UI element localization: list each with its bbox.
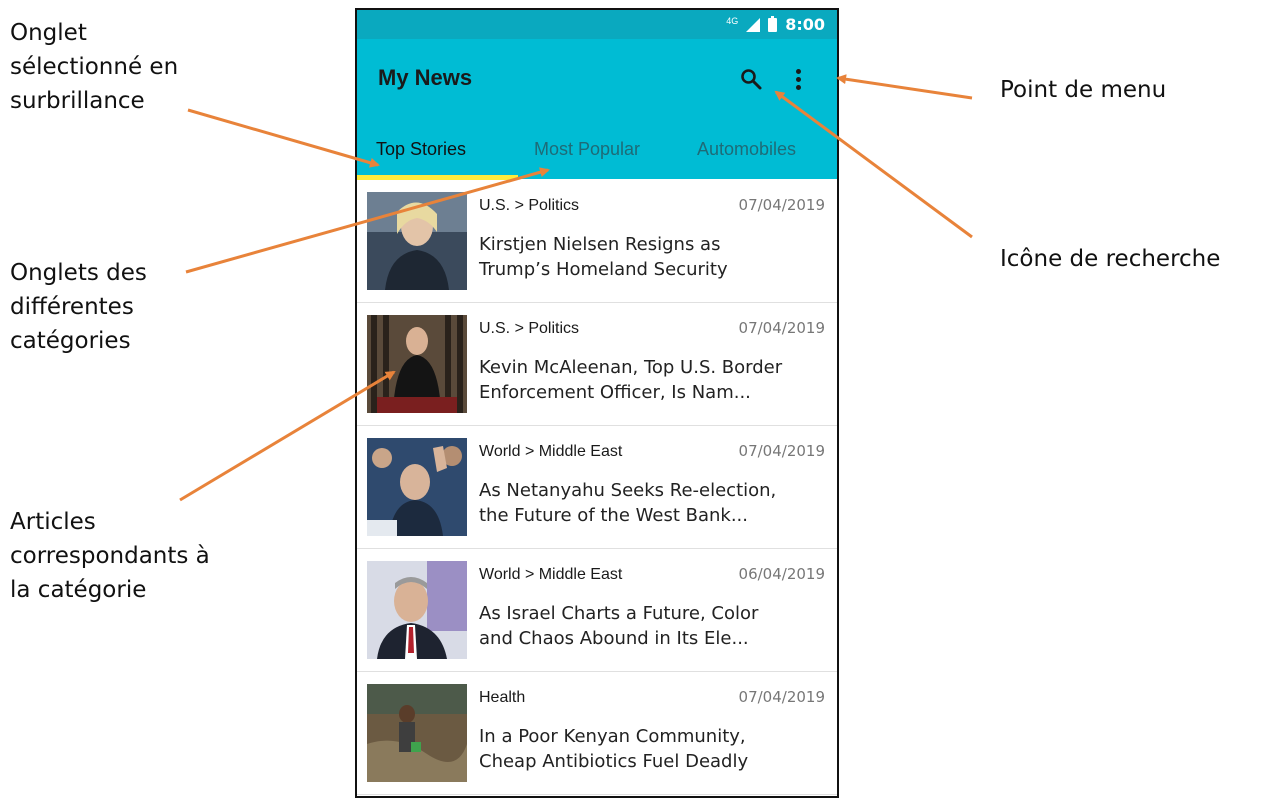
- article-category: World > Middle East: [479, 566, 623, 583]
- article-headline: In a Poor Kenyan Community, Cheap Antibi…: [479, 724, 831, 774]
- annotation-selected-tab: Onglet sélectionné en surbrillance: [10, 16, 178, 118]
- article-date: 07/04/2019: [738, 442, 825, 460]
- tab-most-popular[interactable]: Most Popular: [534, 123, 640, 160]
- clock: 8:00: [785, 15, 825, 34]
- list-item[interactable]: U.S. > Politics 07/04/2019 Kevin McAleen…: [357, 303, 837, 426]
- article-category: U.S. > Politics: [479, 197, 580, 214]
- headline-line: Cheap Antibiotics Fuel Deadly: [479, 751, 749, 772]
- headline-line: and Chaos Abound in Its Ele...: [479, 628, 749, 649]
- article-date: 06/04/2019: [738, 565, 825, 583]
- article-category: Health: [479, 689, 526, 706]
- article-headline: As Israel Charts a Future, Color and Cha…: [479, 601, 831, 651]
- list-item[interactable]: U.S. > Politics 07/04/2019 Kirstjen Niel…: [357, 180, 837, 303]
- annotation-line: Articles: [10, 509, 96, 535]
- annotation-line: Onglet: [10, 20, 87, 46]
- status-bar: 4G 8:00: [357, 10, 837, 39]
- list-item[interactable]: World > Middle East 07/04/2019 As Netany…: [357, 426, 837, 549]
- headline-line: the Future of the West Bank...: [479, 505, 748, 526]
- article-thumbnail: [367, 438, 467, 536]
- annotation-line: Onglets des: [10, 260, 147, 286]
- list-item[interactable]: World > Middle East 06/04/2019 As Israel…: [357, 549, 837, 672]
- list-item[interactable]: Health 07/04/2019 In a Poor Kenyan Commu…: [357, 672, 837, 795]
- network-label: 4G: [726, 16, 739, 26]
- annotation-line: surbrillance: [10, 88, 145, 114]
- annotation-search-icon: Icône de recherche: [1000, 246, 1221, 272]
- headline-line: As Israel Charts a Future, Color: [479, 603, 759, 624]
- annotation-category-tabs: Onglets des différentes catégories: [10, 256, 147, 358]
- app-bar: My News Top Stories Most Popular Automob…: [357, 39, 837, 180]
- annotation-line: correspondants à: [10, 543, 210, 569]
- headline-line: Kirstjen Nielsen Resigns as: [479, 234, 721, 255]
- headline-line: In a Poor Kenyan Community,: [479, 726, 746, 747]
- article-headline: As Netanyahu Seeks Re-election, the Futu…: [479, 478, 831, 528]
- overflow-menu-icon[interactable]: [795, 69, 803, 93]
- annotation-menu-point: Point de menu: [1000, 77, 1167, 103]
- app-title: My News: [378, 65, 473, 90]
- article-category: World > Middle East: [479, 443, 623, 460]
- battery-icon: [768, 15, 778, 32]
- tab-automobiles[interactable]: Automobiles: [697, 123, 796, 160]
- article-date: 07/04/2019: [738, 196, 825, 214]
- article-thumbnail: [367, 561, 467, 659]
- arrow-selected-tab: [187, 108, 380, 168]
- article-category: U.S. > Politics: [479, 320, 580, 337]
- tab-bar: Top Stories Most Popular Automobiles: [357, 123, 837, 179]
- headline-line: Trump’s Homeland Security: [479, 259, 728, 280]
- article-thumbnail: [367, 315, 467, 413]
- article-thumbnail: [367, 192, 467, 290]
- annotation-line: sélectionné en: [10, 54, 179, 80]
- arrow-menu-point: [836, 74, 973, 100]
- article-date: 07/04/2019: [738, 319, 825, 337]
- headline-line: Enforcement Officer, Is Nam...: [479, 382, 751, 403]
- annotation-line: différentes: [10, 294, 134, 320]
- article-headline: Kirstjen Nielsen Resigns as Trump’s Home…: [479, 232, 831, 282]
- article-date: 07/04/2019: [738, 688, 825, 706]
- signal-icon: [746, 17, 761, 32]
- annotation-articles: Articles correspondants à la catégorie: [10, 505, 210, 607]
- annotation-line: catégories: [10, 328, 131, 354]
- article-thumbnail: [367, 684, 467, 782]
- article-list[interactable]: U.S. > Politics 07/04/2019 Kirstjen Niel…: [357, 180, 837, 795]
- headline-line: As Netanyahu Seeks Re-election,: [479, 480, 777, 501]
- annotation-line: la catégorie: [10, 577, 147, 603]
- article-headline: Kevin McAleenan, Top U.S. Border Enforce…: [479, 355, 831, 405]
- tab-top-stories[interactable]: Top Stories: [376, 123, 466, 160]
- headline-line: Kevin McAleenan, Top U.S. Border: [479, 357, 783, 378]
- search-icon[interactable]: [739, 67, 763, 91]
- phone-screen: 4G 8:00 My News Top Stories Most Popular…: [355, 8, 839, 798]
